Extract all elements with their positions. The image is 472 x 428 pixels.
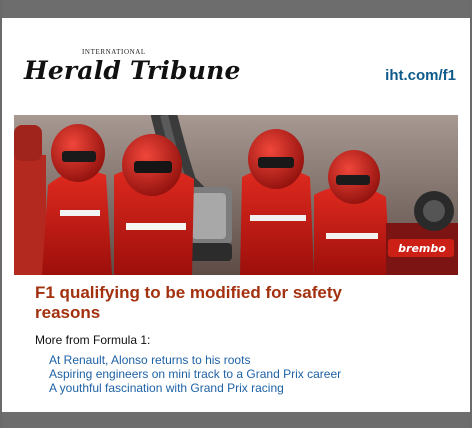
top-frame-bar — [2, 0, 470, 18]
list-item: A youthful fascination with Grand Prix r… — [49, 381, 341, 395]
related-link-fascination[interactable]: A youthful fascination with Grand Prix r… — [49, 381, 284, 395]
list-item: Aspiring engineers on mini track to a Gr… — [49, 367, 341, 381]
bottom-frame-bar — [2, 412, 470, 428]
list-item: At Renault, Alonso returns to his roots — [49, 353, 341, 367]
brembo-sign-text: brembo — [398, 242, 446, 255]
ferrari-pit-crew-photo[interactable]: brembo — [14, 115, 458, 275]
related-link-alonso[interactable]: At Renault, Alonso returns to his roots — [49, 353, 250, 367]
iht-f1-link[interactable]: iht.com/f1 — [385, 67, 456, 84]
logo-name-text: Herald Tribune — [24, 56, 241, 85]
related-link-engineers[interactable]: Aspiring engineers on mini track to a Gr… — [49, 367, 341, 381]
iht-f1-ad[interactable]: INTERNATIONAL Herald Tribune iht.com/f1 — [0, 0, 472, 428]
logo-international-text: INTERNATIONAL — [82, 48, 146, 56]
more-from-formula-1-label: More from Formula 1: — [35, 333, 151, 347]
herald-tribune-logo[interactable]: INTERNATIONAL Herald Tribune — [24, 48, 240, 92]
related-links-list: At Renault, Alonso returns to his roots … — [49, 353, 341, 395]
headline-link[interactable]: F1 qualifying to be modified for safety … — [35, 283, 395, 323]
photo-illustration: brembo — [14, 115, 458, 275]
